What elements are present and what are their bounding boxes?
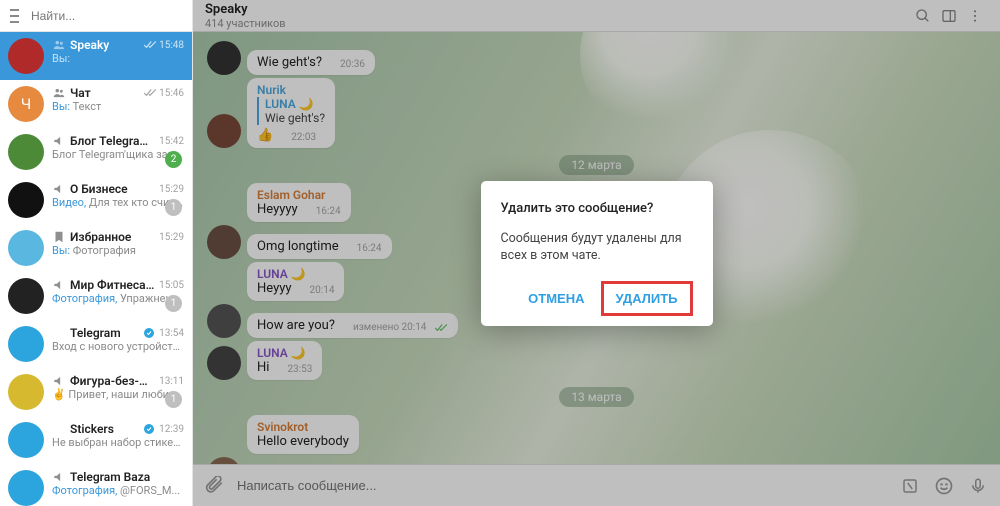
main-pane: Speaky 414 участников Wie geht's?20:36Nu…	[193, 0, 1000, 506]
avatar	[8, 134, 44, 170]
sidebar-item-meta: 13:11	[159, 376, 184, 387]
sidebar-item[interactable]: Ч Чат 15:46Вы: Текст	[0, 80, 192, 128]
sidebar-item[interactable]: Мир Фитнеса | Fi...15:05Фотография, Упра…	[0, 272, 192, 320]
avatar	[8, 38, 44, 74]
dialog-title: Удалить это сообщение?	[501, 201, 693, 216]
sidebar-item-sub: Фотография, @FORS_M...	[52, 484, 184, 497]
avatar	[8, 326, 44, 362]
unread-badge: 1	[165, 295, 182, 312]
sidebar-top	[0, 0, 192, 32]
avatar	[8, 230, 44, 266]
sidebar-item-meta: 15:42	[159, 136, 184, 147]
sidebar-item-meta: 15:05	[159, 280, 184, 291]
verified-icon	[143, 423, 155, 435]
sidebar-item-title: Telegram Baza	[70, 470, 180, 484]
channel-icon	[52, 278, 66, 292]
group-icon	[52, 38, 66, 52]
saved-icon	[52, 230, 66, 244]
avatar	[8, 278, 44, 314]
sidebar-item[interactable]: Speaky 15:48Вы:	[0, 32, 192, 80]
sidebar-item-meta: 15:29	[159, 184, 184, 195]
avatar	[8, 470, 44, 506]
chat-icon	[52, 422, 66, 436]
sidebar-item-sub: Вы: Фотография	[52, 244, 184, 257]
sidebar-item-meta: 15:29	[159, 232, 184, 243]
chat-icon	[52, 326, 66, 340]
sidebar-item-title: Избранное	[70, 230, 155, 244]
sidebar-item[interactable]: Stickers 12:39Не выбран набор стикеров...	[0, 416, 192, 464]
sidebar-item-title: Блог Telegram'щ...	[70, 134, 155, 148]
channel-icon	[52, 134, 66, 148]
sidebar-item[interactable]: Блог Telegram'щ...15:42Блог Telegram'щик…	[0, 128, 192, 176]
sidebar-item-title: Stickers	[70, 422, 139, 436]
unread-badge: 1	[165, 199, 182, 216]
chat-list: Speaky 15:48Вы: Ч Чат 15:46Вы: Текст Блог Te…	[0, 32, 192, 506]
sidebar-item-meta: 13:54	[159, 328, 184, 339]
sidebar-item[interactable]: Избранное 15:29Вы: Фотография	[0, 224, 192, 272]
sidebar-item-title: Telegram	[70, 326, 139, 340]
delete-button[interactable]: УДАЛИТЬ	[601, 281, 693, 316]
sidebar-item-meta: 12:39	[159, 424, 184, 435]
sidebar-item[interactable]: Telegram 13:54Вход с нового устройства. A…	[0, 320, 192, 368]
sidebar-item-sub: Вы:	[52, 52, 184, 65]
verified-icon	[143, 327, 155, 339]
sidebar-item-meta: 15:48	[143, 40, 184, 51]
sidebar-item-sub: Вы: Текст	[52, 100, 184, 113]
sidebar-item-title: О Бизнесе	[70, 182, 155, 196]
sidebar-item-meta: 15:46	[143, 88, 184, 99]
avatar: Ч	[8, 86, 44, 122]
sidebar-item[interactable]: Telegram BazaФотография, @FORS_M...	[0, 464, 192, 506]
channel-icon	[52, 470, 66, 484]
channel-icon	[52, 182, 66, 196]
cancel-button[interactable]: ОТМЕНА	[516, 281, 596, 316]
group-icon	[52, 86, 66, 100]
dialog-text: Сообщения будут удалены для всех в этом …	[501, 230, 693, 265]
unread-badge: 1	[165, 391, 182, 408]
sidebar-item[interactable]: О Бизнесе15:29Видео, Для тех кто счит...…	[0, 176, 192, 224]
hamburger-icon[interactable]	[6, 4, 23, 28]
modal-overlay[interactable]: Удалить это сообщение? Сообщения будут у…	[193, 0, 1000, 506]
avatar	[8, 422, 44, 458]
sidebar: Speaky 15:48Вы: Ч Чат 15:46Вы: Текст Блог Te…	[0, 0, 193, 506]
sidebar-item-title: Speaky	[70, 38, 139, 52]
sidebar-item-sub: Не выбран набор стикеров...	[52, 436, 184, 449]
unread-badge: 2	[165, 151, 182, 168]
search-input[interactable]	[31, 9, 186, 23]
sidebar-item-title: Мир Фитнеса | Fi...	[70, 278, 155, 292]
sidebar-item[interactable]: Фигура-без-Пере...13:11✌ Привет, наши лю…	[0, 368, 192, 416]
avatar	[8, 374, 44, 410]
channel-icon	[52, 374, 66, 388]
delete-dialog: Удалить это сообщение? Сообщения будут у…	[481, 181, 713, 326]
sidebar-item-title: Фигура-без-Пере...	[70, 374, 155, 388]
avatar	[8, 182, 44, 218]
sidebar-item-title: Чат	[70, 86, 139, 100]
sidebar-item-sub: Вход с нового устройства. A...	[52, 340, 184, 353]
